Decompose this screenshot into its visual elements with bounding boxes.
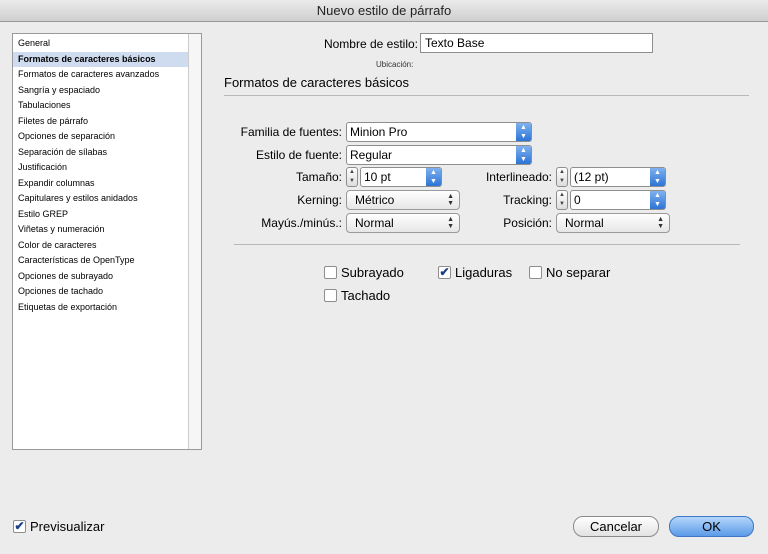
tracking-stepper-icon[interactable]: ▲ ▼ (556, 190, 568, 210)
sidebar-item[interactable]: Opciones de separación (13, 129, 201, 144)
underline-checkbox[interactable] (324, 266, 337, 279)
sidebar-item[interactable]: Expandir columnas (13, 176, 201, 191)
position-popup[interactable]: Normal ▲ ▼ (556, 213, 670, 233)
sidebar-item[interactable]: Tabulaciones (13, 98, 201, 113)
size-dropdown-icon[interactable]: ▲ ▼ (426, 168, 441, 186)
kerning-value: Métrico (355, 193, 395, 207)
font-style-dropdown-icon[interactable]: ▲ ▼ (516, 146, 531, 164)
sidebar-item[interactable]: Sangría y espaciado (13, 83, 201, 98)
check-icon: ✔ (14, 519, 25, 533)
sidebar-item[interactable]: Capitulares y estilos anidados (13, 191, 201, 206)
size-label: Tamaño: (295, 170, 342, 184)
position-chevron-icon: ▲ ▼ (657, 216, 664, 230)
kerning-label: Kerning: (297, 193, 342, 207)
font-style-combo[interactable]: Regular ▲ ▼ (346, 145, 532, 165)
preview-label: Previsualizar (30, 519, 105, 534)
font-family-dropdown-icon[interactable]: ▲ ▼ (516, 123, 531, 141)
sidebar-item[interactable]: Formatos de caracteres básicos (13, 51, 201, 67)
sidebar-item[interactable]: Viñetas y numeración (13, 222, 201, 237)
sidebar-item[interactable]: Etiquetas de exportación (13, 300, 201, 315)
options-divider (234, 244, 740, 245)
ligatures-label: Ligaduras (455, 265, 513, 280)
strikethrough-label: Tachado (341, 288, 391, 303)
tracking-dropdown-icon[interactable]: ▲ ▼ (650, 191, 665, 209)
category-list-items: General Formatos de caracteres básicos For… (13, 34, 201, 449)
sidebar-item[interactable]: Color de caracteres (13, 238, 201, 253)
size-value: 10 pt (364, 170, 391, 184)
sidebar-item[interactable]: Estilo GREP (13, 207, 201, 222)
case-popup[interactable]: Normal ▲ ▼ (346, 213, 460, 233)
leading-combo[interactable]: (12 pt) ▲ ▼ (570, 167, 666, 187)
leading-dropdown-icon[interactable]: ▲ ▼ (650, 168, 665, 186)
position-value: Normal (565, 216, 604, 230)
cancel-button[interactable]: Cancelar (573, 516, 659, 537)
underline-label: Subrayado (341, 265, 404, 280)
style-name-input[interactable]: Texto Base (420, 33, 653, 53)
tracking-combo[interactable]: 0 ▲ ▼ (570, 190, 666, 210)
ligatures-checkbox[interactable]: ✔ (438, 266, 451, 279)
tracking-label: Tracking: (503, 193, 552, 207)
strikethrough-checkbox[interactable] (324, 289, 337, 302)
font-style-value: Regular (350, 148, 393, 162)
section-title: Formatos de caracteres básicos (224, 75, 409, 90)
sidebar-item[interactable]: Justificación (13, 160, 201, 175)
font-family-combo[interactable]: Minion Pro ▲ ▼ (346, 122, 532, 142)
sidebar-item[interactable]: Opciones de tachado (13, 284, 201, 299)
font-style-label: Estilo de fuente: (255, 148, 342, 162)
check-icon: ✔ (439, 265, 450, 279)
location-label: Ubicación: (376, 60, 414, 69)
size-stepper-icon[interactable]: ▲ ▼ (346, 167, 358, 187)
sidebar-item[interactable]: Formatos de caracteres avanzados (13, 67, 201, 82)
window-title: Nuevo estilo de párrafo (0, 0, 768, 22)
leading-value: (12 pt) (574, 170, 609, 184)
sidebar-item[interactable]: Separación de sílabas (13, 145, 201, 160)
sidebar-item[interactable]: Opciones de subrayado (13, 269, 201, 284)
preview-checkbox[interactable]: ✔ (13, 520, 26, 533)
style-name-label: Nombre de estilo: (323, 37, 418, 51)
position-label: Posición: (503, 216, 552, 230)
font-family-label: Familia de fuentes: (240, 125, 342, 139)
case-value: Normal (355, 216, 394, 230)
sidebar-item[interactable]: General (13, 36, 201, 51)
tracking-value: 0 (574, 193, 581, 207)
category-list-scrollbar[interactable] (188, 34, 201, 449)
sidebar-item[interactable]: Características de OpenType (13, 253, 201, 268)
section-divider (224, 95, 749, 96)
no-break-label: No separar (546, 265, 611, 280)
font-family-value: Minion Pro (350, 125, 408, 139)
case-label: Mayús./minús.: (261, 216, 342, 230)
size-combo[interactable]: 10 pt ▲ ▼ (360, 167, 442, 187)
ok-button[interactable]: OK (669, 516, 754, 537)
kerning-popup[interactable]: Métrico ▲ ▼ (346, 190, 460, 210)
leading-stepper-icon[interactable]: ▲ ▼ (556, 167, 568, 187)
sidebar-item[interactable]: Filetes de párrafo (13, 114, 201, 129)
category-list[interactable]: General Formatos de caracteres básicos For… (12, 33, 202, 450)
no-break-checkbox[interactable] (529, 266, 542, 279)
leading-label: Interlineado: (485, 170, 552, 184)
